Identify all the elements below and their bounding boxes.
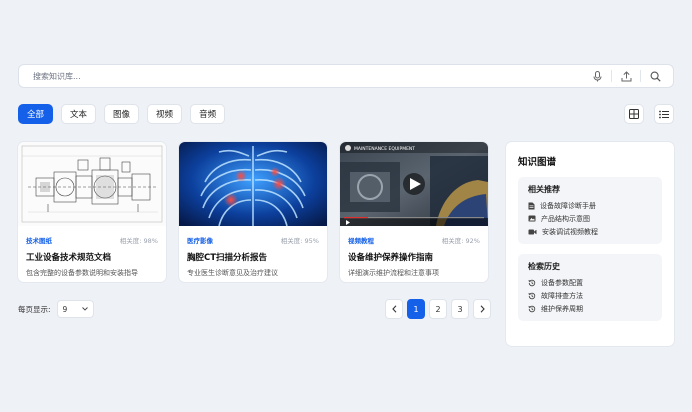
page-button-2[interactable]: 2 [429, 299, 447, 319]
related-title: 相关推荐 [528, 185, 560, 194]
card-category: 技术图纸 [26, 237, 52, 245]
tab-audio[interactable]: 音频 [190, 104, 226, 124]
document-icon [528, 202, 535, 209]
related-item[interactable]: 安装调试视频教程 [528, 225, 654, 238]
card-title[interactable]: 设备维护保养操作指南 [340, 245, 488, 263]
history-icon [528, 305, 536, 312]
chevron-left-icon [391, 305, 396, 313]
pagination: 1 2 3 [385, 299, 491, 319]
chevron-down-icon [81, 307, 88, 311]
card-relevance: 相关度: 98% [119, 237, 158, 245]
image-icon [528, 215, 536, 222]
search-input[interactable] [33, 71, 587, 81]
card-relevance: 相关度: 95% [280, 237, 319, 245]
chevron-right-icon [480, 305, 485, 313]
panel-title: 知识图谱 [518, 157, 557, 168]
per-page-label: 每页显示: [18, 304, 51, 314]
upload-icon[interactable] [616, 66, 636, 86]
card-description: 包含完整的设备参数说明和安装指导 [26, 269, 138, 277]
card-category: 医疗影像 [187, 237, 213, 245]
related-item[interactable]: 设备故障诊断手册 [528, 199, 654, 212]
history-title: 检索历史 [528, 262, 560, 271]
next-page-button[interactable] [473, 299, 491, 319]
card-title[interactable]: 胸腔CT扫描分析报告 [179, 245, 327, 263]
history-icon [528, 279, 536, 286]
card-meta: 视频教程 相关度: 92% [340, 226, 488, 245]
result-card[interactable]: 技术图纸 相关度: 98% 工业设备技术规范文档 包含完整的设备参数说明和安装指… [18, 142, 166, 282]
history-item[interactable]: 故障排查方法 [528, 289, 654, 302]
grid-view-button[interactable] [624, 104, 644, 124]
card-category: 视频教程 [348, 237, 374, 245]
list-icon [659, 110, 669, 118]
search-bar [18, 64, 674, 88]
per-page-control: 每页显示: 9 [18, 300, 94, 318]
xray-thumbnail [179, 142, 327, 226]
history-icon [528, 292, 536, 299]
per-page-select[interactable]: 9 [56, 300, 94, 318]
video-caption: MAINTENANCE EQUIPMENT [354, 146, 415, 152]
video-icon [528, 229, 537, 234]
prev-page-button[interactable] [385, 299, 403, 319]
card-description: 专业医生诊断意见及治疗建议 [187, 269, 278, 277]
grid-icon [629, 109, 639, 119]
card-description: 详细演示维护流程和注意事项 [348, 269, 439, 277]
page-button-3[interactable]: 3 [451, 299, 469, 319]
video-thumbnail: MAINTENANCE EQUIPMENT [340, 142, 488, 226]
tab-video[interactable]: 视频 [147, 104, 183, 124]
page-button-1[interactable]: 1 [407, 299, 425, 319]
tab-all[interactable]: 全部 [18, 104, 54, 124]
technical-drawing-thumbnail [18, 142, 166, 226]
history-section: 检索历史 设备参数配置 故障排查方法 维护保养周期 [518, 254, 662, 321]
app-frame: 全部 文本 图像 视频 音频 [0, 0, 692, 412]
card-title[interactable]: 工业设备技术规范文档 [18, 245, 166, 263]
related-section: 相关推荐 设备故障诊断手册 产品结构示意图 安装调试视频教程 [518, 177, 662, 244]
card-meta: 医疗影像 相关度: 95% [179, 226, 327, 245]
result-card[interactable]: 医疗影像 相关度: 95% 胸腔CT扫描分析报告 专业医生诊断意见及治疗建议 [179, 142, 327, 282]
tab-image[interactable]: 图像 [104, 104, 140, 124]
history-item[interactable]: 维护保养周期 [528, 302, 654, 315]
divider [640, 70, 641, 82]
filter-tabs: 全部 文本 图像 视频 音频 [18, 104, 226, 124]
history-item[interactable]: 设备参数配置 [528, 276, 654, 289]
search-icon[interactable] [645, 66, 665, 86]
related-item[interactable]: 产品结构示意图 [528, 212, 654, 225]
knowledge-panel: 知识图谱 相关推荐 设备故障诊断手册 产品结构示意图 安装调试视频教程 检索历史… [506, 142, 674, 346]
card-meta: 技术图纸 相关度: 98% [18, 226, 166, 245]
result-card[interactable]: MAINTENANCE EQUIPMENT 视频教程 相关度: 92% 设备维护… [340, 142, 488, 282]
microphone-icon[interactable] [587, 66, 607, 86]
tab-text[interactable]: 文本 [61, 104, 97, 124]
card-relevance: 相关度: 92% [441, 237, 480, 245]
list-view-button[interactable] [654, 104, 674, 124]
divider [611, 70, 612, 82]
